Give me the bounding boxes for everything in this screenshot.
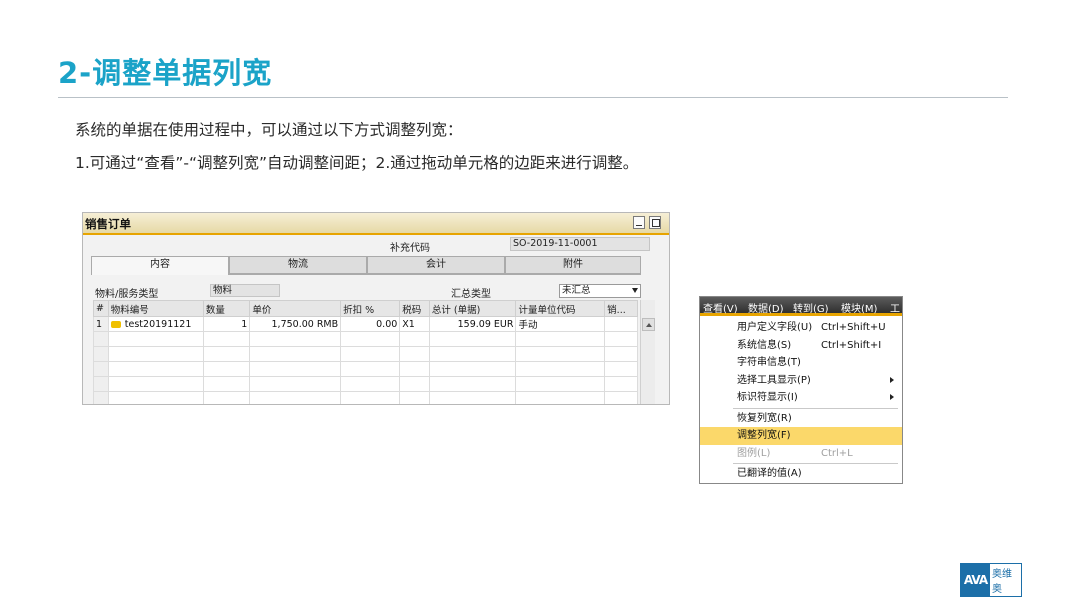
tax-code-cell[interactable]: X1 [399,316,430,332]
total-cell[interactable]: 159.09 EUR [428,316,517,332]
logo-text: 奥维奥 [992,569,1012,595]
menu-data[interactable]: 数据(D) [748,300,784,315]
sales-cell[interactable] [604,316,638,332]
scroll-up-icon[interactable] [642,318,655,331]
description-line-2: 1.可通过“查看”-“调整列宽”自动调整间距；2.通过拖动单元格的边距来进行调整… [75,154,639,172]
column-header[interactable]: 物料编号 [107,300,204,317]
item-type-field[interactable]: 物料 [210,284,280,297]
supplementary-code-label: 补充代码 [390,243,430,254]
column-header[interactable]: 总计 (单据) [428,300,517,317]
tab-accounting[interactable]: 会计 [367,256,505,274]
link-arrow-icon[interactable] [110,320,121,328]
company-logo: AVA 奥维奥 [960,563,1022,597]
menu-tools[interactable]: 工 [890,300,900,315]
column-header[interactable]: # [93,300,109,317]
supplementary-code-field[interactable]: SO-2019-11-0001 [510,237,650,251]
menu-modules[interactable]: 模块(M) [841,300,877,315]
slide-title: 2-调整单据列宽 [58,56,273,90]
menu-separator [733,407,898,409]
maximize-icon[interactable] [649,216,661,229]
title-divider [58,97,1008,98]
tab-divider [229,274,641,275]
menu-item-identifier-display[interactable]: 标识符显示(I) [700,389,902,407]
column-header[interactable]: 税码 [399,300,430,317]
item-type-label: 物料/服务类型 [95,289,159,300]
tab-contents[interactable]: 内容 [91,256,229,275]
menu-item-string-info[interactable]: 字符串信息(T) [700,354,902,372]
tab-logistics[interactable]: 物流 [229,256,367,274]
vertical-scrollbar[interactable] [640,300,655,404]
menu-item-selection-tool-display[interactable]: 选择工具显示(P) [700,372,902,390]
tab-attachments[interactable]: 附件 [505,256,641,274]
view-menu-screenshot: 查看(V) 数据(D) 转到(G) 模块(M) 工 用户定义字段(U) Ctrl… [699,296,903,484]
table-row[interactable] [93,361,638,377]
menu-item-adjust-column-width[interactable]: 调整列宽(F) [700,427,902,445]
table-row[interactable] [93,376,638,392]
column-header[interactable]: 数量 [202,300,251,317]
menubar: 查看(V) 数据(D) 转到(G) 模块(M) 工 [700,297,902,316]
discount-cell[interactable]: 0.00 [340,316,401,332]
sales-order-title: 销售订单 [85,217,131,231]
submenu-arrow-icon [890,394,894,400]
table-row[interactable] [93,331,638,347]
menu-item-system-info[interactable]: 系统信息(S) Ctrl+Shift+I [700,337,902,355]
sales-order-window: 销售订单 补充代码 SO-2019-11-0001 内容 物流 会计 附件 物料… [82,212,670,405]
menu-view[interactable]: 查看(V) [703,300,738,315]
table-header-row: # 物料编号 数量 单价 折扣 % 税码 总计 (单据) 计量单位代码 销... [93,300,638,317]
row-index: 1 [93,316,109,332]
menu-item-restore-column-width[interactable]: 恢复列宽(R) [700,410,902,428]
column-header[interactable]: 销... [604,300,638,317]
dropdown-arrow-icon [632,288,638,293]
description-line-1: 系统的单据在使用过程中，可以通过以下方式调整列宽： [75,121,463,139]
column-header[interactable]: 计量单位代码 [515,300,606,317]
menu-item-translated-values[interactable]: 已翻译的值(A) [700,465,902,483]
menu-item-legend[interactable]: 图例(L) Ctrl+L [700,445,902,463]
summary-type-label: 汇总类型 [451,289,491,300]
table-row[interactable] [93,391,638,404]
unit-price-cell[interactable]: 1,750.00 RMB [249,316,342,332]
item-code-cell[interactable]: test20191121 [107,316,204,332]
view-menu-dropdown: 用户定义字段(U) Ctrl+Shift+U 系统信息(S) Ctrl+Shif… [700,319,902,483]
sales-order-titlebar: 销售订单 [83,213,669,235]
summary-type-value: 未汇总 [562,285,591,296]
submenu-arrow-icon [890,376,894,383]
menu-separator [733,463,898,464]
column-header[interactable]: 折扣 % [340,300,401,317]
column-header[interactable]: 单价 [249,300,342,317]
summary-type-select[interactable]: 未汇总 [559,284,641,298]
menu-item-user-defined-fields[interactable]: 用户定义字段(U) Ctrl+Shift+U [700,319,902,337]
order-lines-table: # 物料编号 数量 单价 折扣 % 税码 总计 (单据) 计量单位代码 销...… [93,300,638,404]
table-row[interactable] [93,346,638,362]
minimize-icon[interactable] [633,216,645,229]
uom-code-cell[interactable]: 手动 [515,316,606,332]
menu-goto[interactable]: 转到(G) [793,300,829,315]
logo-mark: AVA [961,564,990,596]
table-row[interactable]: 1 test20191121 1 1,750.00 RMB 0.00 X1 15… [93,316,638,332]
quantity-cell[interactable]: 1 [202,316,251,332]
